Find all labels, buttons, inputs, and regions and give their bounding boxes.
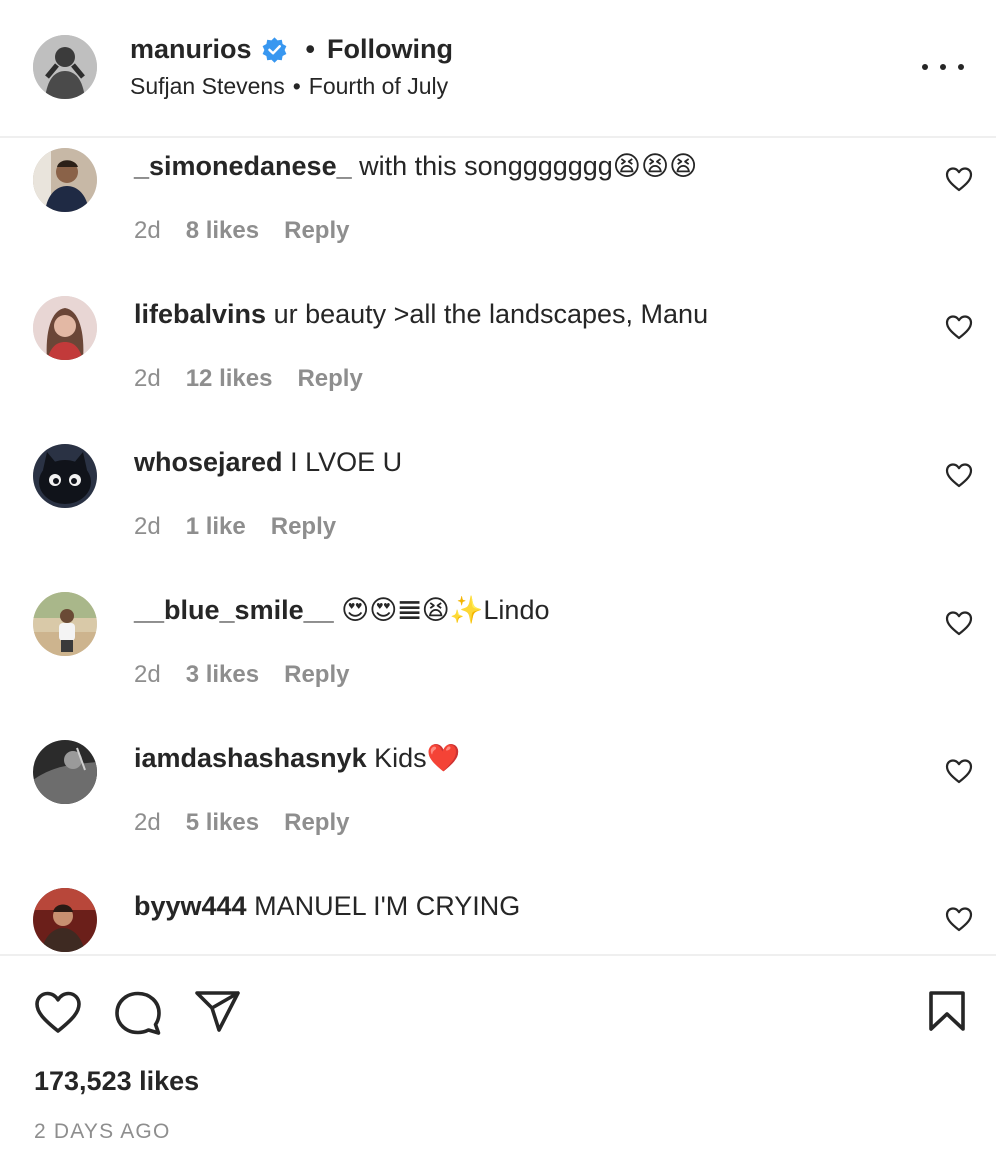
comment-username[interactable]: whosejared xyxy=(134,447,283,477)
comment-meta: 2d 1 like Reply xyxy=(134,510,361,544)
comment-username[interactable]: iamdashashasnyk xyxy=(134,743,367,773)
comment-heart-icon[interactable] xyxy=(945,610,973,636)
comment-body: I LVOE U xyxy=(290,447,403,477)
verified-badge-icon xyxy=(261,36,288,63)
comment-age: 2d xyxy=(134,217,161,244)
bookmark-icon[interactable] xyxy=(928,990,966,1032)
following-button[interactable]: Following xyxy=(327,34,453,65)
author-username[interactable]: manurios xyxy=(130,34,252,65)
comment-item: __blue_smile__ 😍😍𝌆😫✨Lindo 2d 3 likes Rep… xyxy=(0,584,996,732)
comment-text: lifebalvins ur beauty >all the landscape… xyxy=(134,296,708,332)
comment-heart-icon[interactable] xyxy=(945,314,973,340)
more-dot xyxy=(958,64,964,70)
comment-username[interactable]: __blue_smile__ xyxy=(134,595,334,625)
reply-button[interactable]: Reply xyxy=(284,214,349,248)
comment-body: Kids❤️ xyxy=(374,743,461,773)
post-timestamp[interactable]: 2 DAYS AGO xyxy=(34,1120,171,1144)
reply-button[interactable]: Reply xyxy=(284,806,349,840)
more-dot xyxy=(922,64,928,70)
post-likes-count[interactable]: 173,523 likes xyxy=(34,1066,199,1097)
commenter-avatar[interactable] xyxy=(33,444,97,508)
comment-meta: 2d 3 likes Reply xyxy=(134,658,374,692)
comment-item: iamdashashasnyk Kids❤️ 2d 5 likes Reply xyxy=(0,732,996,880)
commenter-avatar[interactable] xyxy=(33,740,97,804)
comment-age: 2d xyxy=(134,809,161,836)
comment-meta: 2d 8 likes Reply xyxy=(134,214,374,248)
comment-text: byyw444 MANUEL I'M CRYING xyxy=(134,888,520,924)
comment-likes[interactable]: 8 likes xyxy=(186,214,259,248)
post-header: manurios • Following Sufjan Stevens • Four… xyxy=(0,0,996,138)
comment-body: MANUEL I'M CRYING xyxy=(254,891,521,921)
commenter-avatar[interactable] xyxy=(33,148,97,212)
comment-body: 😍😍𝌆😫✨Lindo xyxy=(341,595,550,625)
music-artist[interactable]: Sufjan Stevens xyxy=(130,73,285,99)
comment-item: lifebalvins ur beauty >all the landscape… xyxy=(0,288,996,436)
comment-username[interactable]: lifebalvins xyxy=(134,299,266,329)
comment-text: _simonedanese_ with this songgggggg😫😫😫 xyxy=(134,148,697,184)
comment-body: ur beauty >all the landscapes, Manu xyxy=(273,299,709,329)
title-separator: • xyxy=(305,33,315,64)
more-options-icon[interactable] xyxy=(922,52,964,82)
reply-button[interactable]: Reply xyxy=(284,658,349,692)
comment-heart-icon[interactable] xyxy=(945,906,973,932)
comment-age: 2d xyxy=(134,661,161,688)
comment-item: _simonedanese_ with this songgggggg😫😫😫 2… xyxy=(0,140,996,288)
comment-username[interactable]: byyw444 xyxy=(134,891,247,921)
comment-likes[interactable]: 5 likes xyxy=(186,806,259,840)
commenter-avatar[interactable] xyxy=(33,888,97,952)
comment-meta: 2d 5 likes Reply xyxy=(134,806,374,840)
comment-heart-icon[interactable] xyxy=(945,462,973,488)
music-title[interactable]: Fourth of July xyxy=(309,73,448,99)
author-avatar[interactable] xyxy=(33,35,97,99)
comment-heart-icon[interactable] xyxy=(945,166,973,192)
commenter-avatar[interactable] xyxy=(33,296,97,360)
header-title-line: manurios • Following xyxy=(130,30,453,68)
music-separator: • xyxy=(292,73,301,99)
reply-button[interactable]: Reply xyxy=(271,510,336,544)
comment-age: 2d xyxy=(134,513,161,540)
comment-heart-icon[interactable] xyxy=(945,758,973,784)
comment-item: whosejared I LVOE U 2d 1 like Reply xyxy=(0,436,996,584)
commenter-avatar[interactable] xyxy=(33,592,97,656)
comment-age: 2d xyxy=(134,365,161,392)
comment-icon[interactable] xyxy=(114,990,162,1036)
comment-username[interactable]: _simonedanese_ xyxy=(134,151,352,181)
music-info[interactable]: Sufjan Stevens • Fourth of July xyxy=(130,73,448,100)
comments-list[interactable]: _simonedanese_ with this songgggggg😫😫😫 2… xyxy=(0,140,996,954)
comment-likes[interactable]: 1 like xyxy=(186,510,246,544)
comment-body: with this songgggggg😫😫😫 xyxy=(359,151,698,181)
comment-meta: 2d 12 likes Reply xyxy=(134,362,388,396)
comment-text: iamdashashasnyk Kids❤️ xyxy=(134,740,460,776)
comment-text: whosejared I LVOE U xyxy=(134,444,402,480)
comment-item: byyw444 MANUEL I'M CRYING xyxy=(0,880,996,954)
reply-button[interactable]: Reply xyxy=(297,362,362,396)
post-actions: 173,523 likes 2 DAYS AGO xyxy=(0,954,996,1170)
paper-plane-icon[interactable] xyxy=(194,990,242,1034)
more-dot xyxy=(940,64,946,70)
comment-likes[interactable]: 3 likes xyxy=(186,658,259,692)
comment-text: __blue_smile__ 😍😍𝌆😫✨Lindo xyxy=(134,592,549,628)
like-heart-icon[interactable] xyxy=(34,990,82,1034)
comment-likes[interactable]: 12 likes xyxy=(186,362,273,396)
